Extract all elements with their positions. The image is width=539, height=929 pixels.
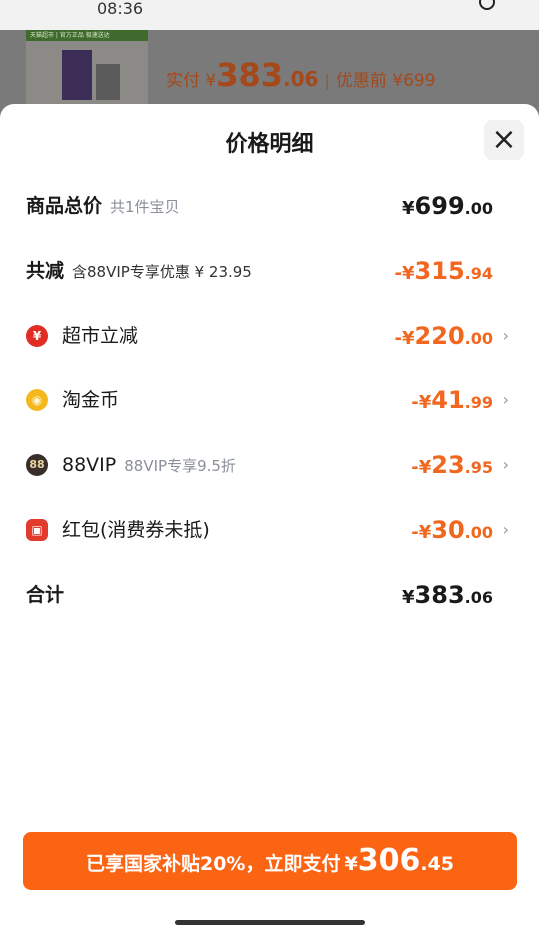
taojinbi-amount: -¥41.99 [411, 382, 493, 418]
paid-amount-decimal: .06 [283, 67, 319, 91]
paid-amount-integer: 383 [216, 56, 284, 94]
paid-separator: | [324, 71, 330, 90]
item-total-amount: ¥699.00 [402, 188, 493, 224]
amount-integer: 30 [431, 516, 465, 544]
paid-summary: 实付 ¥ 383.06 | 优惠前 ¥699 [166, 56, 436, 96]
supermarket-discount-amount: -¥220.00 [395, 318, 493, 354]
currency-prefix: -¥ [394, 328, 415, 349]
close-button[interactable]: × [484, 120, 524, 160]
pay-button-label: 已享国家补贴20%，立即支付 [85, 853, 341, 875]
amount-integer: 315 [414, 257, 465, 285]
supermarket-discount-label: 超市立减 [62, 325, 139, 347]
pay-currency-prefix: ¥ [344, 853, 358, 875]
pay-amount-decimal: .45 [420, 853, 454, 875]
amount-integer: 41 [431, 386, 465, 414]
taojinbi-label: 淘金币 [62, 389, 120, 411]
grand-total-label: 合计 [26, 584, 65, 606]
vip-discount-note: 含88VIP专享优惠 ¥ 23.95 [72, 263, 252, 281]
chevron-right-icon: › [502, 326, 509, 345]
status-time: 08:36 [97, 0, 144, 18]
amount-decimal: .00 [464, 199, 493, 218]
thumbnail-banner-text: 天猫超市 | 官方正品 极速送达 [30, 32, 110, 39]
close-icon: × [491, 122, 517, 157]
item-total-label: 商品总价 [26, 195, 103, 217]
red-packet-icon: ▣ [26, 519, 48, 541]
currency-prefix: ¥ [402, 198, 415, 219]
status-bar: 08:36 [0, 0, 539, 30]
currency-prefix: -¥ [394, 263, 415, 284]
chevron-right-icon: › [502, 390, 509, 409]
row-taojinbi[interactable]: ◉ 淘金币 -¥41.99 › [0, 382, 539, 418]
item-count-note: 共1件宝贝 [110, 198, 180, 216]
supermarket-discount-icon: ¥ [26, 325, 48, 347]
amount-decimal: .95 [464, 458, 493, 477]
product-thumbnail: 天猫超市 | 官方正品 极速送达 [26, 30, 148, 110]
total-discount-amount: -¥315.94 [395, 253, 493, 289]
amount-integer: 23 [431, 451, 465, 479]
amount-integer: 383 [414, 581, 465, 609]
taojinbi-coin-icon: ◉ [26, 389, 48, 411]
row-red-packet[interactable]: ▣ 红包(消费券未抵) -¥30.00 › [0, 512, 539, 548]
amount-integer: 220 [414, 322, 465, 350]
total-discount-label: 共减 [26, 260, 65, 282]
row-supermarket-discount[interactable]: ¥ 超市立减 -¥220.00 › [0, 318, 539, 354]
chevron-right-icon: › [502, 520, 509, 539]
pay-button-content: 已享国家补贴20%，立即支付 ¥306.45 [86, 842, 454, 884]
sheet-title: 价格明细 [225, 132, 314, 157]
row-grand-total: 合计 ¥383.06 [0, 577, 539, 613]
amount-integer: 699 [414, 192, 465, 220]
thumbnail-banner: 天猫超市 | 官方正品 极速送达 [26, 30, 148, 41]
row-label: 共减 含88VIP专享优惠 ¥ 23.95 [26, 253, 252, 289]
88vip-discount-note: 88VIP专享9.5折 [124, 457, 236, 475]
currency-prefix: ¥ [402, 587, 415, 608]
row-item-total: 商品总价 共1件宝贝 ¥699.00 [0, 188, 539, 224]
home-indicator[interactable] [175, 920, 365, 925]
row-88vip[interactable]: 88 88VIP 88VIP专享9.5折 -¥23.95 › [0, 447, 539, 483]
grand-total-amount: ¥383.06 [402, 577, 493, 613]
chevron-right-icon: › [502, 455, 509, 474]
product-box-image [62, 50, 92, 100]
paid-label: 实付 ¥ [166, 71, 217, 91]
status-circle-icon [479, 0, 495, 10]
amount-decimal: .00 [464, 523, 493, 542]
pay-amount-integer: 306 [357, 843, 421, 878]
currency-prefix: -¥ [411, 522, 432, 543]
price-before-discount: 优惠前 ¥699 [335, 71, 436, 91]
red-packet-amount: -¥30.00 [411, 512, 493, 548]
88vip-amount: -¥23.95 [411, 447, 493, 483]
red-packet-label: 红包(消费券未抵) [62, 519, 210, 541]
currency-prefix: -¥ [411, 457, 432, 478]
product-box-image-secondary [96, 64, 120, 100]
amount-decimal: .99 [464, 393, 493, 412]
row-total-discount: 共减 含88VIP专享优惠 ¥ 23.95 -¥315.94 [0, 253, 539, 289]
amount-decimal: .94 [464, 264, 493, 283]
row-label: 商品总价 共1件宝贝 [26, 188, 180, 224]
88vip-icon: 88 [26, 454, 48, 476]
88vip-label: 88VIP [62, 454, 117, 476]
amount-decimal: .06 [464, 588, 493, 607]
amount-decimal: .00 [464, 329, 493, 348]
price-detail-sheet: 价格明细 × 商品总价 共1件宝贝 ¥699.00 共减 含88VIP专享优惠 ¥ … [0, 104, 539, 929]
currency-prefix: -¥ [411, 392, 432, 413]
pay-now-button[interactable]: 已享国家补贴20%，立即支付 ¥306.45 [23, 832, 517, 890]
row-label: 88VIP 88VIP专享9.5折 [62, 447, 236, 483]
